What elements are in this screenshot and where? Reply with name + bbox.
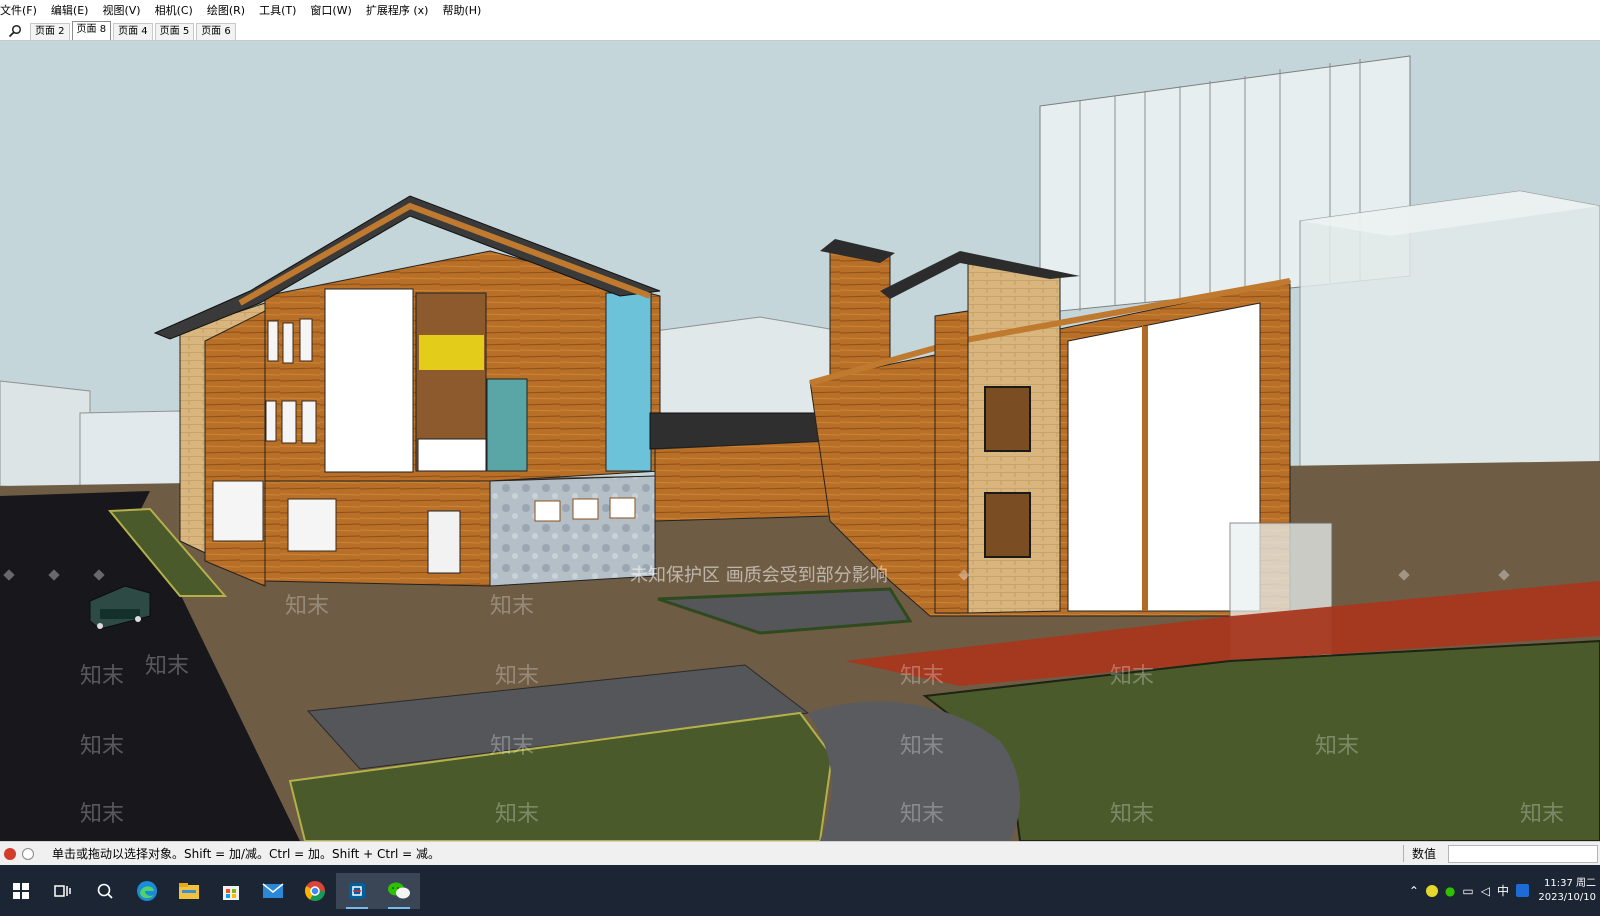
menu-camera[interactable]: 相机(C) [155, 0, 199, 21]
mail-icon[interactable] [252, 873, 294, 909]
model-render: 未知保护区 画质会受到部分影响 知末 知末 知末 知末 知末 知末 知末 知末 … [0, 41, 1600, 841]
watermark: 知末 [80, 734, 124, 759]
scene-tab-8[interactable]: 页面 8 [71, 21, 112, 40]
clock-time: 11:37 周二 [1544, 877, 1596, 889]
status-bar: 单击或拖动以选择对象。Shift = 加/减。Ctrl = 加。Shift + … [0, 841, 1600, 865]
watermark: 知末 [495, 802, 539, 827]
sketchup-window: 文件(F) 编辑(E) 视图(V) 相机(C) 绘图(R) 工具(T) 窗口(W… [0, 0, 1600, 916]
measurements-input[interactable] [1448, 844, 1598, 863]
watermark: 知末 [80, 802, 124, 827]
watermark: 知末 [1520, 802, 1564, 827]
watermark: 知末 [900, 802, 944, 827]
connector-building [649, 412, 841, 522]
scene-tab-5[interactable]: 页面 5 [154, 23, 195, 40]
watermark: 知末 [490, 734, 534, 759]
clock[interactable]: 11:37 周二 2023/10/10 [1536, 877, 1596, 905]
scene-tab-4[interactable]: 页面 4 [113, 23, 153, 40]
right-building [809, 239, 1291, 617]
watermark: 知末 [900, 664, 944, 689]
watermark: 知末 [285, 594, 329, 619]
chevron-up-icon[interactable]: ⌃ [1409, 884, 1419, 898]
system-tray: ⌃ ● ▭ ◁ 中 11:37 周二 2023/10/10 [1409, 865, 1600, 916]
windows-taskbar: ⌃ ● ▭ ◁ 中 11:37 周二 2023/10/10 [0, 865, 1600, 916]
chrome-icon[interactable] [294, 873, 336, 909]
menu-tools[interactable]: 工具(T) [259, 0, 302, 21]
menu-draw[interactable]: 绘图(R) [207, 0, 251, 21]
watermark: 知末 [900, 734, 944, 759]
watermark: 知末 [1110, 802, 1154, 827]
network-icon[interactable]: ▭ [1462, 884, 1473, 898]
measurements-label: 数值 [1402, 845, 1444, 862]
file-explorer-icon[interactable] [168, 873, 210, 909]
watermark: 知末 [145, 654, 189, 679]
tray-qq-icon[interactable] [1516, 884, 1529, 897]
watermark: 知末 [1315, 734, 1359, 759]
watermark: 知末 [495, 664, 539, 689]
menu-extensions[interactable]: 扩展程序 (x) [366, 0, 435, 21]
search-icon[interactable] [84, 873, 126, 909]
volume-icon[interactable]: ◁ [1481, 884, 1490, 898]
info-icon[interactable] [22, 847, 34, 860]
status-hint-text: 单击或拖动以选择对象。Shift = 加/减。Ctrl = 加。Shift + … [52, 847, 441, 861]
menu-window[interactable]: 窗口(W) [310, 0, 357, 21]
edge-icon[interactable] [126, 873, 168, 909]
watermark: 知末 [490, 594, 534, 619]
watermark-banner: 未知保护区 画质会受到部分影响 [630, 565, 888, 586]
magnifier-icon[interactable] [0, 21, 30, 40]
tray-wechat-icon[interactable]: ● [1445, 884, 1455, 898]
watermark: 知末 [80, 664, 124, 689]
store-icon[interactable] [210, 873, 252, 909]
menu-edit[interactable]: 编辑(E) [51, 0, 95, 21]
scene-tab-bar: 页面 2 页面 8 页面 4 页面 5 页面 6 [0, 21, 1600, 41]
menu-bar: 文件(F) 编辑(E) 视图(V) 相机(C) 绘图(R) 工具(T) 窗口(W… [0, 0, 1600, 21]
menu-view[interactable]: 视图(V) [102, 0, 146, 21]
watermark: 知末 [1110, 664, 1154, 689]
geolocation-icon[interactable] [4, 847, 16, 860]
menu-help[interactable]: 帮助(H) [442, 0, 487, 21]
tray-app-icon[interactable] [1425, 884, 1438, 897]
scene-tab-2[interactable]: 页面 2 [30, 23, 70, 40]
wechat-icon[interactable] [378, 872, 420, 909]
menu-file[interactable]: 文件(F) [0, 0, 43, 21]
ime-indicator[interactable]: 中 [1497, 882, 1509, 899]
model-viewport[interactable]: 未知保护区 画质会受到部分影响 知末 知末 知末 知末 知末 知末 知末 知末 … [0, 41, 1600, 841]
start-icon[interactable] [0, 873, 42, 909]
scene-tab-6[interactable]: 页面 6 [196, 23, 236, 40]
task-view-icon[interactable] [42, 873, 84, 909]
clock-date: 2023/10/10 [1538, 891, 1596, 903]
sketchup-icon[interactable] [336, 872, 378, 909]
status-icons [0, 847, 52, 860]
